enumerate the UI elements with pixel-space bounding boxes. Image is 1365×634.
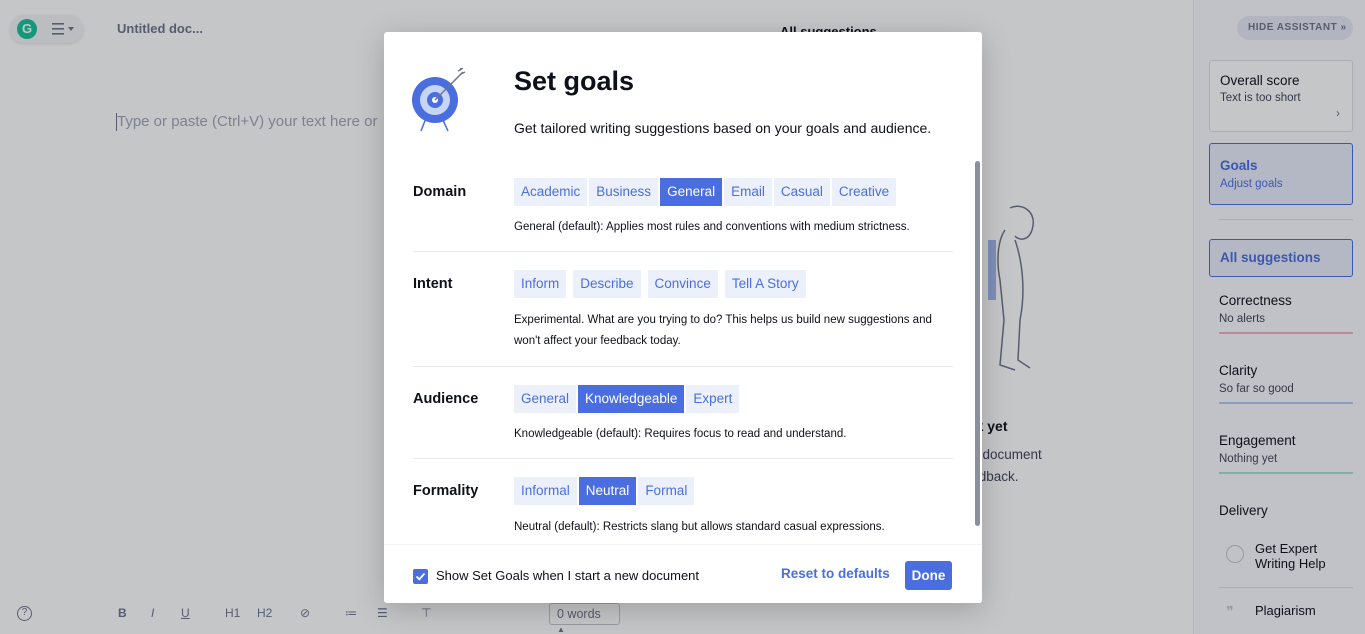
- domain-label: Domain: [413, 184, 467, 200]
- row-divider: [413, 251, 953, 252]
- formality-options: Informal Neutral Formal: [514, 477, 696, 505]
- intent-option-convince[interactable]: Convince: [647, 270, 718, 298]
- audience-option-knowledgeable[interactable]: Knowledgeable: [578, 385, 685, 413]
- formality-option-formal[interactable]: Formal: [638, 477, 695, 505]
- intent-description-line2: won't affect your feedback today.: [514, 335, 681, 347]
- intent-option-inform[interactable]: Inform: [514, 270, 567, 298]
- dialog-footer: Show Set Goals when I start a new docume…: [384, 544, 982, 603]
- domain-description: General (default): Applies most rules an…: [514, 221, 910, 233]
- show-set-goals-label[interactable]: Show Set Goals when I start a new docume…: [436, 568, 699, 583]
- domain-option-general[interactable]: General: [660, 178, 723, 206]
- show-set-goals-checkbox[interactable]: [413, 569, 428, 584]
- formality-option-neutral[interactable]: Neutral: [578, 477, 637, 505]
- audience-label: Audience: [413, 391, 479, 407]
- intent-label: Intent: [413, 276, 453, 292]
- domain-option-creative[interactable]: Creative: [831, 178, 897, 206]
- target-icon: [412, 68, 466, 132]
- audience-option-expert[interactable]: Expert: [686, 385, 740, 413]
- domain-option-casual[interactable]: Casual: [773, 178, 830, 206]
- checkmark-icon: [415, 572, 426, 581]
- formality-label: Formality: [413, 483, 479, 499]
- intent-option-tell-a-story[interactable]: Tell A Story: [724, 270, 806, 298]
- domain-option-academic[interactable]: Academic: [514, 178, 588, 206]
- formality-description: Neutral (default): Restricts slang but a…: [514, 521, 885, 533]
- set-goals-dialog: Set goals Get tailored writing suggestio…: [384, 32, 982, 603]
- audience-option-general[interactable]: General: [514, 385, 577, 413]
- dialog-title: Set goals: [514, 66, 635, 96]
- intent-description-line1: Experimental. What are you trying to do?…: [514, 314, 932, 326]
- reset-to-defaults-button[interactable]: Reset to defaults: [781, 566, 890, 581]
- dialog-scrollbar[interactable]: [975, 161, 980, 526]
- formality-option-informal[interactable]: Informal: [514, 477, 577, 505]
- domain-option-business[interactable]: Business: [589, 178, 659, 206]
- intent-options: Inform Describe Convince Tell A Story: [514, 270, 813, 298]
- audience-options: General Knowledgeable Expert: [514, 385, 741, 413]
- domain-option-email[interactable]: Email: [724, 178, 772, 206]
- done-button[interactable]: Done: [905, 561, 952, 590]
- dialog-subtitle: Get tailored writing suggestions based o…: [514, 120, 932, 136]
- intent-option-describe[interactable]: Describe: [573, 270, 641, 298]
- row-divider: [413, 458, 953, 459]
- row-divider: [413, 366, 953, 367]
- domain-options: Academic Business General Email Casual C…: [514, 178, 898, 206]
- audience-description: Knowledgeable (default): Requires focus …: [514, 428, 847, 440]
